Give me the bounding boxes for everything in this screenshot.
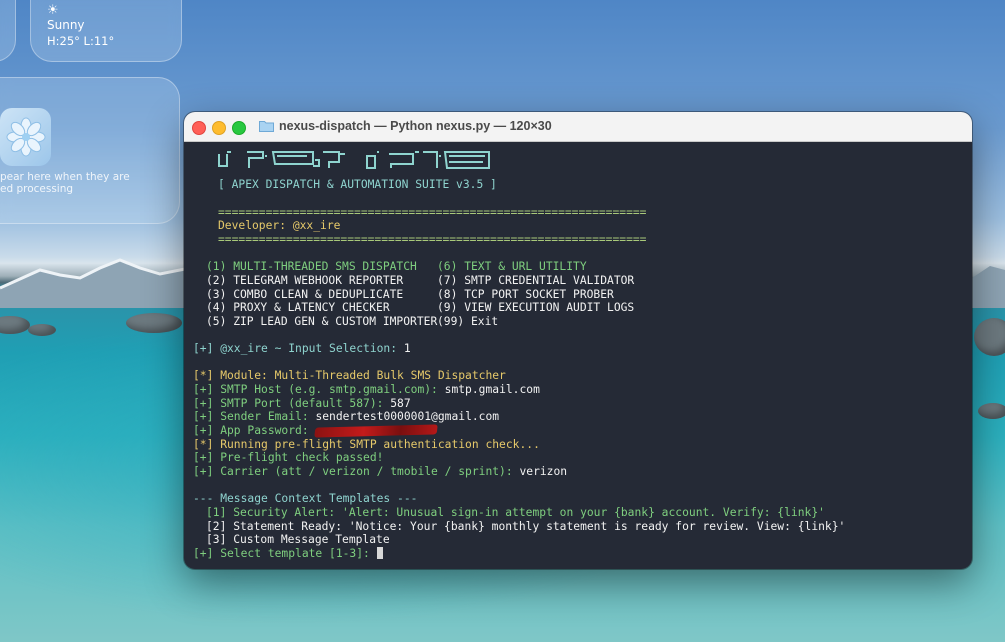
shore-rock xyxy=(126,313,182,333)
close-button[interactable] xyxy=(192,121,206,135)
template-option-1: [1] Security Alert: 'Alert: Unusual sign… xyxy=(206,506,825,519)
smtp-port-line: [+] SMTP Port (default 587): 587 xyxy=(193,397,411,410)
smtp-host-line: [+] SMTP Host (e.g. smtp.gmail.com): smt… xyxy=(193,383,540,396)
app-tile[interactable] xyxy=(0,108,51,166)
select-template-line: [+] Select template [1-3]: xyxy=(193,547,383,561)
redaction-mark xyxy=(314,424,439,438)
weather-condition: Sunny xyxy=(47,18,85,32)
sun-icon: ☀ xyxy=(47,3,59,18)
app-password-line: [+] App Password: xyxy=(193,424,439,438)
ascii-banner xyxy=(218,151,490,169)
folder-icon xyxy=(259,121,274,132)
window-title: nexus-dispatch — Python nexus.py — 120×3… xyxy=(279,119,552,133)
menu-item-1: (1) MULTI-THREADED SMS DISPATCH xyxy=(206,260,417,273)
terminal-window[interactable]: nexus-dispatch — Python nexus.py — 120×3… xyxy=(184,112,972,569)
menu-item-4: (4) PROXY & LATENCY CHECKER xyxy=(206,301,390,314)
menu-item-5: (5) ZIP LEAD GEN & CUSTOM IMPORTER xyxy=(206,315,438,328)
menu-item-7: (7) SMTP CREDENTIAL VALIDATOR xyxy=(437,274,635,287)
shore-rock xyxy=(28,324,56,336)
templates-header: --- Message Context Templates --- xyxy=(193,492,418,505)
menu-item-2: (2) TELEGRAM WEBHOOK REPORTER xyxy=(206,274,404,287)
shore-rock xyxy=(974,318,1005,356)
suite-title: [ APEX DISPATCH & AUTOMATION SUITE v3.5 … xyxy=(218,178,497,191)
shore-rock xyxy=(0,316,30,334)
divider-top: ========================================… xyxy=(218,206,647,219)
divider-bottom: ========================================… xyxy=(218,233,647,246)
weather-temperature: H:25° L:11° xyxy=(47,34,115,48)
minimize-button[interactable] xyxy=(212,121,226,135)
menu-item-6: (6) TEXT & URL UTILITY xyxy=(437,260,587,273)
title-bar[interactable]: nexus-dispatch — Python nexus.py — 120×3… xyxy=(184,112,972,142)
developer-credit: Developer: @xx_ire xyxy=(218,219,341,232)
maximize-button[interactable] xyxy=(232,121,246,135)
template-option-3: [3] Custom Message Template xyxy=(206,533,390,546)
menu-item-99: (99) Exit xyxy=(437,315,499,328)
widget-partial[interactable] xyxy=(0,0,16,62)
preflight-running-line: [*] Running pre-flight SMTP authenticati… xyxy=(193,438,540,451)
sender-email-line: [+] Sender Email: sendertest0000001@gmai… xyxy=(193,410,500,423)
weather-widget[interactable]: ☀ Sunny H:25° L:11° xyxy=(30,0,182,62)
flower-icon xyxy=(6,117,45,157)
terminal-content[interactable]: [ APEX DISPATCH & AUTOMATION SUITE v3.5 … xyxy=(184,142,972,569)
menu-item-3: (3) COMBO CLEAN & DEDUPLICATE xyxy=(206,288,404,301)
module-line: [*] Module: Multi-Threaded Bulk SMS Disp… xyxy=(193,369,506,382)
shore-rock xyxy=(978,403,1005,419)
menu-item-9: (9) VIEW EXECUTION AUDIT LOGS xyxy=(437,301,635,314)
input-selection-line: [+] @xx_ire ~ Input Selection: 1 xyxy=(193,342,411,355)
carrier-line: [+] Carrier (att / verizon / tmobile / s… xyxy=(193,465,568,478)
template-option-2: [2] Statement Ready: 'Notice: Your {bank… xyxy=(206,520,846,533)
notification-text: pear here when they are ed processing xyxy=(0,171,130,195)
text-cursor[interactable] xyxy=(376,547,383,559)
menu-item-8: (8) TCP PORT SOCKET PROBER xyxy=(437,288,614,301)
preflight-passed-line: [+] Pre-flight check passed! xyxy=(193,451,384,464)
